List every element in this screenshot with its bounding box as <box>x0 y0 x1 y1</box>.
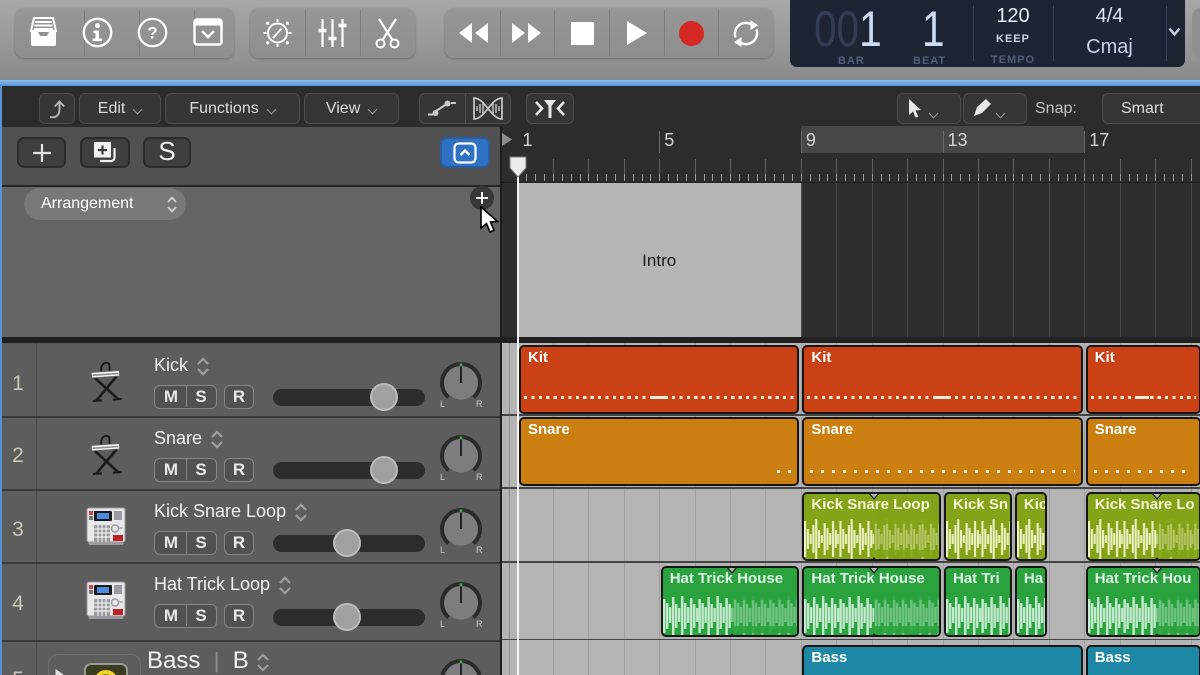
svg-text:?: ? <box>147 24 157 43</box>
